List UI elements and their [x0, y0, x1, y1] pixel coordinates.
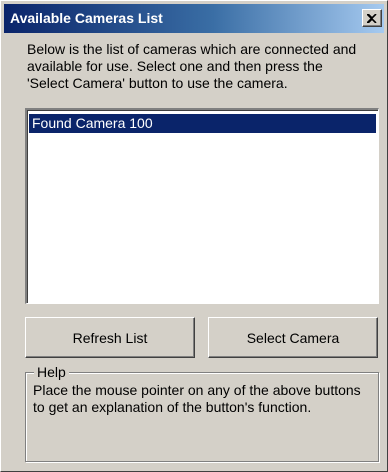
refresh-list-label: Refresh List [72, 329, 148, 346]
close-button[interactable] [362, 9, 382, 27]
camera-list-item[interactable]: Found Camera 100 [29, 114, 376, 133]
title-bar[interactable]: Available Cameras List [4, 4, 384, 33]
help-groupbox: Help Place the mouse pointer on any of t… [25, 364, 379, 462]
refresh-list-button[interactable]: Refresh List [25, 317, 195, 358]
window-title: Available Cameras List [10, 10, 163, 26]
instructions-text: Below is the list of cameras which are c… [27, 41, 357, 91]
help-groupbox-title: Help [34, 364, 69, 380]
select-camera-button[interactable]: Select Camera [208, 317, 378, 358]
select-camera-label: Select Camera [246, 329, 340, 346]
camera-list[interactable]: Found Camera 100 [25, 108, 379, 304]
help-text: Place the mouse pointer on any of the ab… [33, 382, 361, 415]
close-icon [367, 13, 377, 23]
available-cameras-dialog: Available Cameras List Below is the list… [0, 0, 388, 472]
